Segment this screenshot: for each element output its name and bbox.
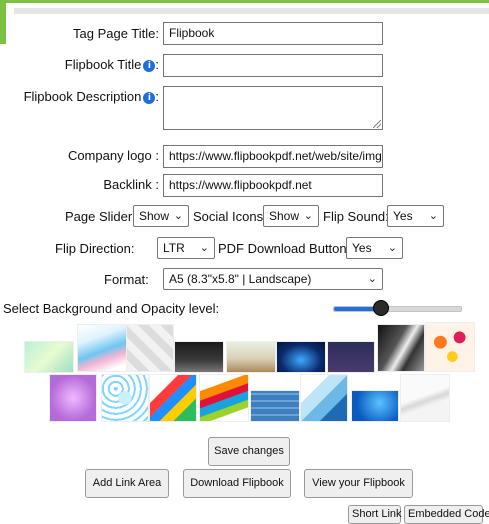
download-flipbook-button[interactable]: Download Flipbook — [183, 469, 291, 498]
flipbook-description-label-group: Flipbook Description i: — [24, 89, 159, 104]
background-thumbnail[interactable] — [425, 322, 475, 372]
colon: : — [155, 89, 159, 104]
short-link-button[interactable]: Short Link — [348, 505, 402, 524]
opacity-slider-thumb[interactable] — [373, 300, 389, 316]
pdf-download-select[interactable]: Yes ⌄ — [346, 237, 403, 259]
background-thumbnail[interactable] — [24, 341, 74, 373]
background-thumbnail[interactable] — [174, 341, 224, 373]
flipbook-description-textarea[interactable] — [163, 86, 383, 130]
pdf-download-label: PDF Download Button: — [218, 241, 351, 256]
company-logo-label: Company logo : — [67, 148, 159, 163]
flip-sound-value: Yes — [393, 209, 413, 223]
flip-direction-label: Flip Direction: — [55, 241, 135, 256]
page-slider-select[interactable]: Show ⌄ — [133, 205, 189, 227]
background-thumbnail[interactable] — [226, 341, 276, 373]
background-thumbnail[interactable] — [126, 324, 174, 372]
info-icon[interactable]: i — [143, 92, 156, 104]
background-thumbnail[interactable] — [327, 341, 375, 373]
header-divider — [14, 8, 489, 14]
chevron-down-icon: ⌄ — [387, 242, 397, 254]
social-icons-select[interactable]: Show ⌄ — [263, 205, 319, 227]
opacity-slider[interactable] — [333, 300, 462, 316]
background-thumbnail[interactable] — [77, 324, 127, 372]
format-value: A5 (8.3"x5.8" | Landscape) — [169, 272, 312, 286]
social-icons-value: Show — [269, 209, 300, 223]
background-thumbnail[interactable] — [300, 374, 348, 422]
flipbook-title-input[interactable] — [163, 54, 383, 77]
background-thumbnail[interactable] — [250, 390, 300, 422]
add-link-area-button[interactable]: Add Link Area — [85, 469, 169, 498]
background-thumbnail[interactable] — [101, 374, 149, 422]
embedded-code-button[interactable]: Embedded Code — [404, 505, 489, 524]
flip-sound-label: Flip Sound: — [323, 209, 389, 224]
background-thumbnail[interactable] — [199, 374, 249, 422]
background-thumbnail[interactable] — [351, 390, 399, 422]
background-label: Select Background and Opacity level: — [3, 301, 220, 316]
flipbook-title-label-group: Flipbook Title i: — [65, 57, 159, 72]
info-icon[interactable]: i — [143, 60, 156, 72]
page-slider-value: Show — [139, 209, 170, 223]
background-thumbnail[interactable] — [276, 341, 326, 373]
colon: : — [155, 57, 159, 72]
resize-grip-icon[interactable] — [373, 120, 381, 128]
chevron-down-icon: ⌄ — [199, 242, 209, 254]
save-changes-button[interactable]: Save changes — [208, 437, 290, 466]
tag-page-title-label: Tag Page Title: — [73, 26, 159, 41]
social-icons-label: Social Icons: — [193, 209, 267, 224]
company-logo-input[interactable]: https://www.flipbookpdf.net/web/site/img… — [163, 145, 383, 168]
flipbook-title-label: Flipbook Title — [64, 57, 142, 72]
chevron-down-icon: ⌄ — [428, 210, 438, 222]
chevron-down-icon: ⌄ — [303, 210, 313, 222]
background-thumbnail[interactable] — [400, 374, 450, 422]
backlink-input[interactable]: https://www.flipbookpdf.net — [163, 174, 383, 197]
pdf-download-value: Yes — [352, 241, 372, 255]
chevron-down-icon: ⌄ — [173, 210, 183, 222]
tag-page-title-input[interactable]: Flipbook — [163, 22, 383, 45]
format-select[interactable]: A5 (8.3"x5.8" | Landscape) ⌄ — [163, 268, 383, 290]
background-thumbnail[interactable] — [49, 374, 97, 422]
left-accent-bar — [0, 0, 6, 44]
format-label: Format: — [104, 272, 149, 287]
chevron-down-icon: ⌄ — [367, 273, 377, 285]
flip-direction-value: LTR — [163, 241, 185, 255]
flipbook-description-label: Flipbook Description — [23, 89, 142, 104]
view-flipbook-button[interactable]: View your Flipbook — [304, 469, 413, 498]
background-thumbnail[interactable] — [149, 374, 197, 422]
flip-direction-select[interactable]: LTR ⌄ — [157, 237, 215, 259]
backlink-label: Backlink : — [103, 177, 159, 192]
background-thumbnail[interactable] — [377, 324, 425, 372]
flip-sound-select[interactable]: Yes ⌄ — [387, 205, 444, 227]
top-accent-bar — [0, 0, 489, 3]
page-slider-label: Page Slider: — [65, 209, 136, 224]
